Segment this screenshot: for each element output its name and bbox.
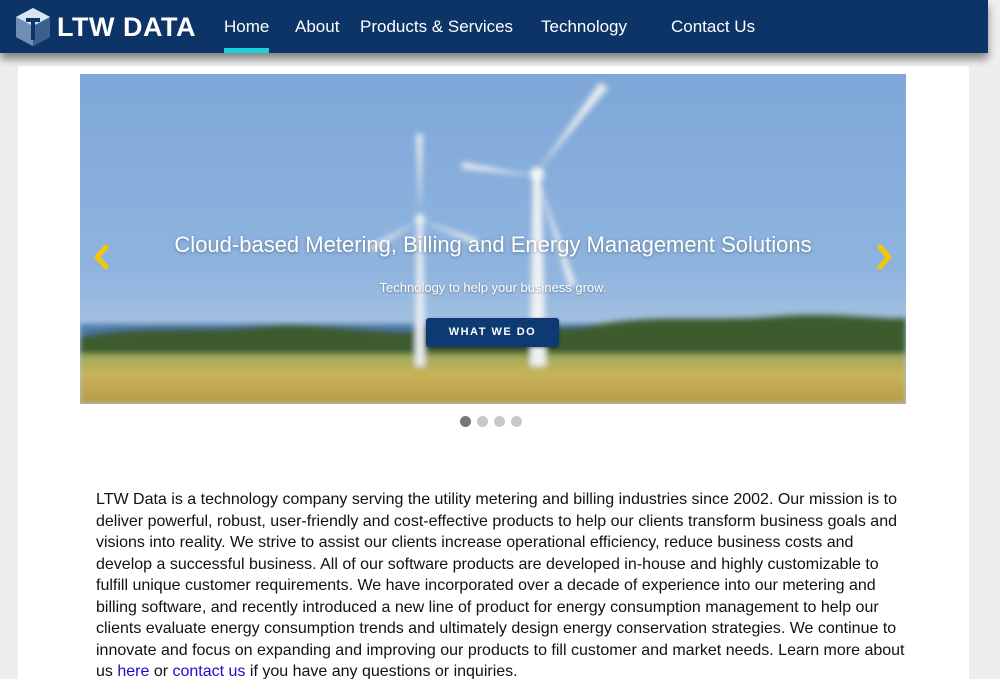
ltw-logo-icon xyxy=(16,8,50,46)
contact-us-link[interactable]: contact us xyxy=(173,663,246,679)
chevron-left-icon xyxy=(94,244,109,270)
carousel-dot-4[interactable] xyxy=(511,416,522,427)
carousel-indicators xyxy=(460,416,522,428)
about-here-link[interactable]: here xyxy=(117,663,149,679)
intro-text-or: or xyxy=(149,663,173,679)
chevron-right-icon xyxy=(877,244,892,270)
top-navbar: LTW DATA Home About Products & Services … xyxy=(0,0,988,53)
intro-text-end: if you have any questions or inquiries. xyxy=(245,663,518,679)
slide-title: Cloud-based Metering, Billing and Energy… xyxy=(174,232,812,257)
carousel-prev-button[interactable] xyxy=(90,242,112,272)
what-we-do-button[interactable]: WHAT WE DO xyxy=(426,318,559,347)
carousel-next-button[interactable] xyxy=(874,242,896,272)
brand-name: LTW DATA xyxy=(57,11,196,42)
nav-products-services[interactable]: Products & Services xyxy=(360,0,513,53)
company-intro-paragraph: LTW Data is a technology company serving… xyxy=(96,489,912,679)
slide-subtitle: Technology to help your business grow. xyxy=(379,280,607,295)
carousel-dot-3[interactable] xyxy=(494,416,505,427)
main-content: Cloud-based Metering, Billing and Energy… xyxy=(18,66,969,679)
nav-about[interactable]: About xyxy=(295,0,339,53)
nav-contact-us[interactable]: Contact Us xyxy=(671,0,755,53)
nav-technology[interactable]: Technology xyxy=(541,0,627,53)
hero-carousel: Cloud-based Metering, Billing and Energy… xyxy=(80,74,906,404)
carousel-dot-2[interactable] xyxy=(477,416,488,427)
nav-home[interactable]: Home xyxy=(224,0,270,53)
brand-logo[interactable]: LTW DATA xyxy=(14,6,196,48)
intro-text: LTW Data is a technology company serving… xyxy=(96,491,905,679)
carousel-dot-1[interactable] xyxy=(460,416,471,427)
